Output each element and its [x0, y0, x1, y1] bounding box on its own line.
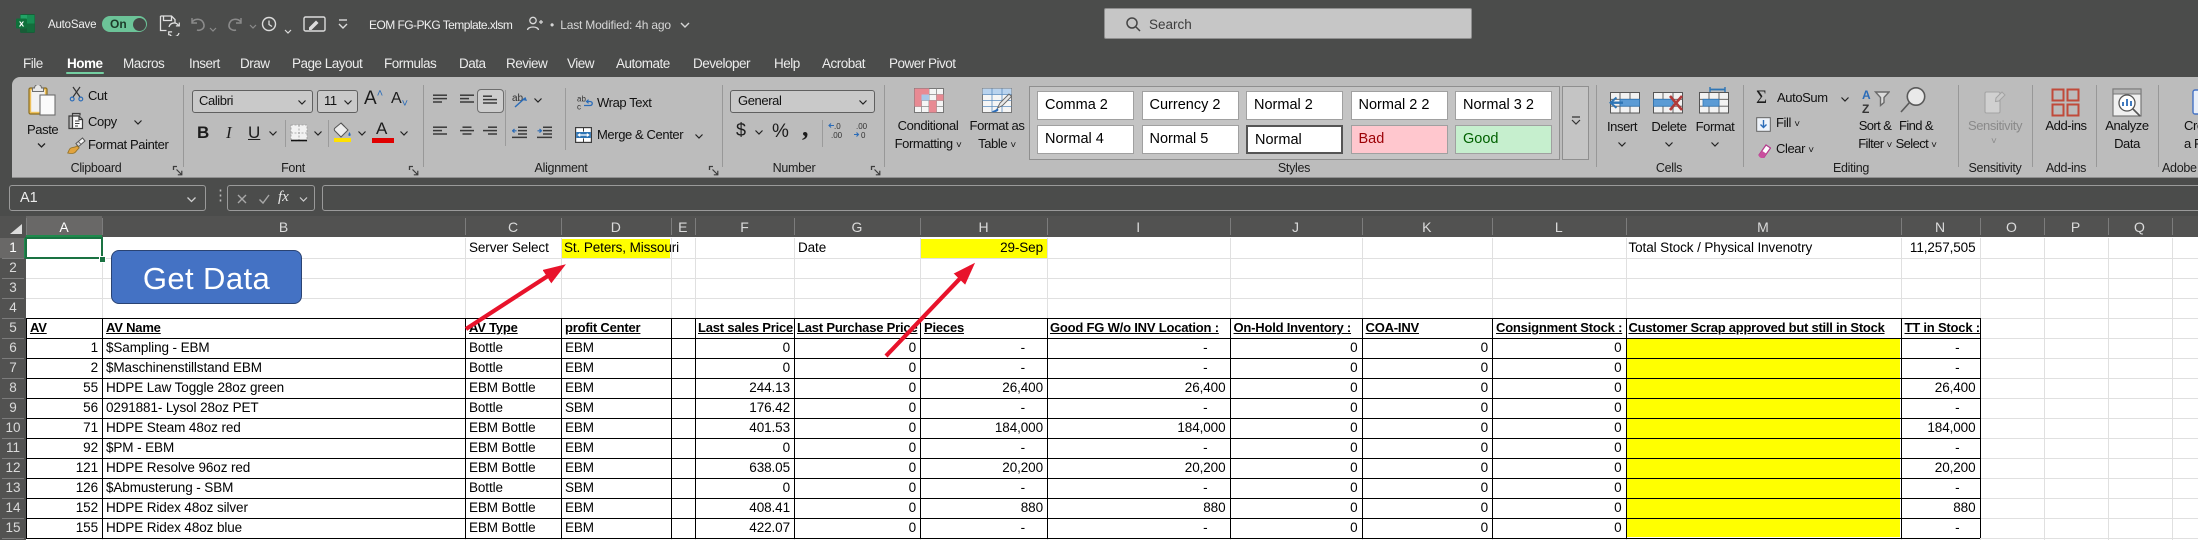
svg-text:ab: ab	[512, 93, 524, 104]
svg-text:.00: .00	[856, 122, 868, 131]
svg-text:x: x	[19, 19, 25, 30]
svg-text:.0: .0	[834, 122, 841, 131]
svg-text:A: A	[1862, 88, 1871, 102]
svg-text:Z: Z	[1862, 102, 1869, 115]
svg-text:0: 0	[861, 131, 866, 139]
svg-text:.00: .00	[831, 131, 843, 139]
svg-text:c: c	[577, 103, 581, 111]
